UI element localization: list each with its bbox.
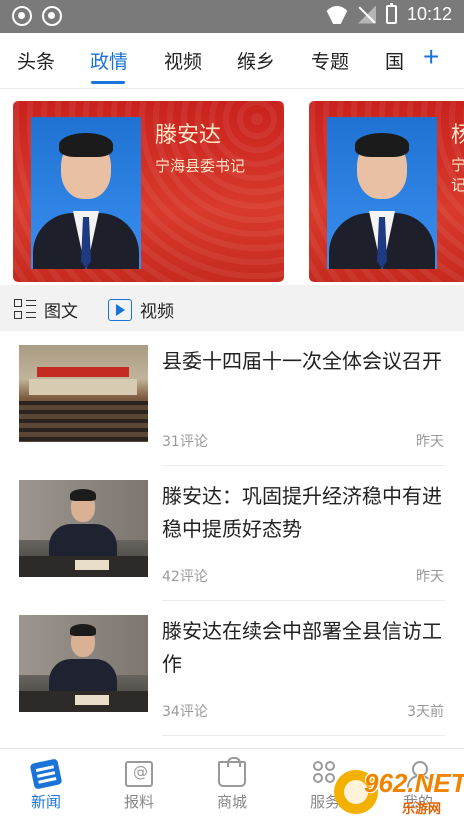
active-tab-indicator <box>91 81 125 84</box>
news-comment-count: 42评论 <box>162 569 208 585</box>
news-comment-count: 34评论 <box>162 704 208 720</box>
app-notification-icon <box>42 6 62 26</box>
leader-portrait <box>327 117 437 269</box>
leader-role: 宁记 <box>451 156 464 194</box>
tab-topics[interactable]: 专题 <box>311 47 349 74</box>
news-thumbnail <box>19 615 148 712</box>
app-notification-icon <box>12 6 32 26</box>
status-system-icons: 10:12 <box>326 3 452 25</box>
leader-card[interactable]: 滕安达 宁海县委书记 <box>13 101 284 282</box>
nav-mall[interactable]: 商城 <box>197 757 267 812</box>
leader-name: 杨 <box>451 123 464 148</box>
no-signal-icon <box>358 6 376 24</box>
battery-icon <box>385 3 397 24</box>
leader-portrait <box>31 117 141 269</box>
leader-carousel[interactable]: 滕安达 宁海县委书记 杨 宁记 <box>0 89 464 285</box>
content-type-bar: 图文 视频 <box>0 285 464 331</box>
leader-name: 滕安达 <box>155 123 222 148</box>
tab-hometown[interactable]: 缑乡 <box>237 47 275 74</box>
status-clock: 10:12 <box>406 4 452 24</box>
news-thumbnail <box>19 345 148 442</box>
status-bar: 10:12 <box>0 0 464 33</box>
news-time: 3天前 <box>407 704 444 720</box>
tab-national[interactable]: 国 <box>385 47 404 74</box>
nav-report[interactable]: 报料 <box>104 761 174 812</box>
leader-role: 宁海县委书记 <box>155 157 246 175</box>
news-thumbnail <box>19 480 148 577</box>
news-list: 县委十四届十一次全体会议召开 31评论 昨天 滕安达：巩固提升经济稳中有进 稳中… <box>0 331 464 748</box>
news-title: 滕安达在续会中部署全县信访工作 <box>162 619 442 676</box>
divider <box>162 735 445 736</box>
news-icon <box>29 758 63 790</box>
news-item[interactable]: 县委十四届十一次全体会议召开 31评论 昨天 <box>0 331 464 466</box>
tab-headlines[interactable]: 头条 <box>17 47 55 74</box>
wifi-icon <box>326 6 348 24</box>
tab-video[interactable]: 视频 <box>164 47 202 74</box>
leader-card[interactable]: 杨 宁记 <box>309 101 464 282</box>
video-toggle[interactable]: 视频 <box>108 297 174 322</box>
graphic-text-toggle[interactable]: 图文 <box>14 297 78 322</box>
news-time: 昨天 <box>416 569 444 585</box>
list-icon <box>14 298 36 321</box>
watermark-subtitle: 乐游网 <box>402 802 442 817</box>
site-watermark: 962.NET 乐游网 <box>334 766 464 820</box>
tab-politics[interactable]: 政情 <box>90 47 128 74</box>
news-title: 滕安达：巩固提升经济稳中有进 稳中提质好态势 <box>162 484 442 541</box>
nav-mall-label: 商城 <box>216 793 247 811</box>
add-channel-button[interactable]: + <box>423 43 439 71</box>
watermark-number: 962.NET <box>364 768 464 798</box>
channel-tabs: 头条 政情 视频 缑乡 专题 国 + <box>0 33 464 89</box>
news-comment-count: 31评论 <box>162 434 208 450</box>
graphic-text-label: 图文 <box>44 302 78 322</box>
play-icon <box>108 298 132 321</box>
video-label: 视频 <box>140 302 174 322</box>
news-item[interactable]: 滕安达在续会中部署全县信访工作 34评论 3天前 <box>0 601 464 736</box>
status-notification-icons <box>12 6 62 26</box>
report-icon <box>125 761 153 787</box>
nav-report-label: 报料 <box>123 793 154 811</box>
news-title: 县委十四届十一次全体会议召开 <box>162 349 442 373</box>
nav-news[interactable]: 新闻 <box>11 758 81 812</box>
news-time: 昨天 <box>416 434 444 450</box>
mall-icon <box>218 757 246 787</box>
nav-news-label: 新闻 <box>30 793 61 811</box>
news-item[interactable]: 滕安达：巩固提升经济稳中有进 稳中提质好态势 42评论 昨天 <box>0 466 464 601</box>
